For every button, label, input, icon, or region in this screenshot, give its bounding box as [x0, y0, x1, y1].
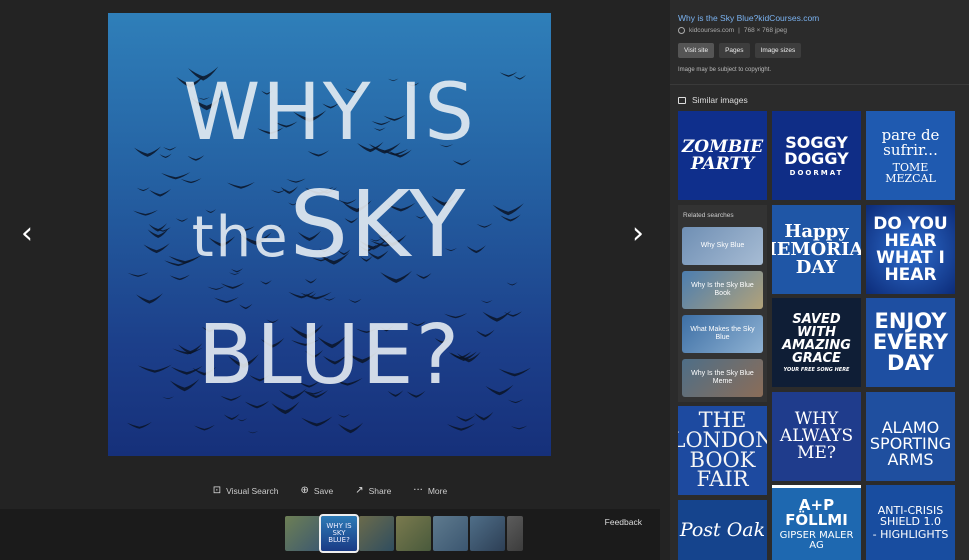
tile-text: WHY ALWAYS ME?: [779, 409, 854, 463]
main-image-line3: BLUE?: [197, 308, 462, 403]
visual-search-icon: ⊡: [212, 485, 222, 496]
related-search-item[interactable]: Why Is the Sky Blue Book: [682, 271, 763, 309]
image-title-link[interactable]: Why is the Sky Blue?kidCourses.com: [678, 13, 819, 23]
image-meta: kidcourses.com | 768 × 768 jpeg: [678, 27, 787, 34]
tile-text: Post Oak: [679, 518, 766, 541]
divider: [670, 84, 969, 85]
more-label: More: [427, 485, 448, 496]
image-icon: [678, 96, 686, 104]
save-label: Save: [313, 485, 334, 496]
image-actions-bar: ⊡ Visual Search ⊕ Save ↗ Share ··· More: [0, 485, 660, 496]
filmstrip-thumb[interactable]: [396, 516, 431, 551]
image-viewer: WHY IS theSKY BLUE? ‹ › ⊡ Visual Search …: [0, 0, 660, 560]
more-icon: ···: [413, 485, 423, 496]
tile-subtext: GIPSER MALER AG: [779, 529, 854, 551]
tile-text: ALAMO SPORTING ARMS: [869, 417, 952, 469]
related-search-item[interactable]: What Makes the Sky Blue: [682, 315, 763, 353]
image-size-info: 768 × 768 jpeg: [743, 27, 788, 34]
related-searches: Related searches Why Sky Blue Why Is the…: [678, 205, 767, 402]
similar-image-tile[interactable]: Happy MEMORIAL DAY: [772, 205, 861, 294]
related-search-item[interactable]: Why Sky Blue: [682, 227, 763, 265]
similar-images-header: Similar images: [678, 95, 748, 105]
tile-text: pare de sufrir...: [881, 125, 940, 159]
share-button[interactable]: ↗ Share: [355, 485, 391, 496]
similar-image-tile[interactable]: pare de sufrir... TOME MEZCAL: [866, 111, 955, 200]
share-icon: ↗: [355, 485, 364, 496]
filmstrip: WHY IS SKY BLUE? Feedback: [0, 509, 660, 560]
save-button[interactable]: ⊕ Save: [300, 485, 333, 496]
filmstrip-thumb[interactable]: [433, 516, 468, 551]
filmstrip-thumb[interactable]: [507, 516, 523, 551]
tile-text: A+P FÖLLMI: [785, 495, 848, 529]
tile-text: SOGGY DOGGY: [784, 132, 849, 168]
similar-image-tile[interactable]: A+P FÖLLMI GIPSER MALER AG: [772, 485, 861, 560]
tile-text: ANTI-CRISIS SHIELD 1.0: [877, 504, 944, 528]
filmstrip-thumb[interactable]: [359, 516, 394, 551]
active-thumb-line3: BLUE?: [328, 536, 350, 544]
similar-image-tile[interactable]: ZOMBIE PARTY: [678, 111, 767, 200]
similar-image-tile[interactable]: ALAMO SPORTING ARMS: [866, 392, 955, 481]
main-image-sky: SKY: [289, 171, 468, 278]
similar-images-title: Similar images: [692, 95, 748, 105]
previous-image-icon[interactable]: ‹: [13, 219, 41, 249]
details-panel: Why is the Sky Blue?kidCourses.com kidco…: [670, 0, 969, 560]
filmstrip-thumb[interactable]: [470, 516, 505, 551]
similar-image-tile[interactable]: WHY ALWAYS ME?: [772, 392, 861, 481]
tile-subtext: - HIGHLIGHTS: [872, 528, 949, 541]
similar-image-tile[interactable]: Post Oak: [678, 500, 767, 560]
filmstrip-thumb-active[interactable]: WHY IS SKY BLUE?: [319, 514, 359, 553]
similar-image-tile[interactable]: SAVED WITH AMAZING GRACE YOUR FREE SONG …: [772, 298, 861, 387]
tile-text: ZOMBIE PARTY: [681, 136, 764, 174]
similar-image-tile[interactable]: THE LONDON BOOK FAIR: [678, 406, 767, 495]
pages-button[interactable]: Pages: [719, 43, 750, 58]
tile-subtext: DOORMAT: [789, 168, 844, 177]
tile-text: THE LONDON BOOK FAIR: [678, 407, 767, 492]
tile-text: DO YOU HEAR WHAT I HEAR: [873, 213, 948, 285]
tile-subtext: YOUR FREE SONG HERE: [783, 366, 850, 373]
tile-text: ENJOY EVERY DAY: [872, 309, 949, 375]
more-button[interactable]: ··· More: [413, 485, 447, 496]
image-sizes-button[interactable]: Image sizes: [754, 43, 802, 58]
main-image-the: the: [191, 205, 290, 270]
share-label: Share: [368, 485, 392, 496]
globe-icon: [678, 27, 685, 34]
visual-search-label: Visual Search: [226, 485, 279, 496]
tile-subtext: TOME MEZCAL: [885, 160, 936, 185]
source-domain[interactable]: kidcourses.com: [689, 27, 734, 34]
similar-image-tile[interactable]: SOGGY DOGGY DOORMAT: [772, 111, 861, 200]
similar-image-tile[interactable]: ANTI-CRISIS SHIELD 1.0 - HIGHLIGHTS: [866, 485, 955, 560]
save-icon: ⊕: [300, 485, 309, 496]
main-image-line1: WHY IS: [183, 68, 476, 158]
related-search-item[interactable]: Why Is the Sky Blue Meme: [682, 359, 763, 397]
meta-separator: |: [738, 27, 740, 34]
filmstrip-thumb[interactable]: [285, 516, 320, 551]
similar-image-tile[interactable]: ENJOY EVERY DAY: [866, 298, 955, 387]
tile-text: SAVED WITH AMAZING GRACE: [782, 311, 851, 366]
tile-text: Happy MEMORIAL DAY: [772, 220, 861, 278]
related-searches-title: Related searches: [683, 212, 734, 219]
visit-site-button[interactable]: Visit site: [678, 43, 715, 58]
similar-image-tile[interactable]: DO YOU HEAR WHAT I HEAR: [866, 205, 955, 294]
copyright-notice: Image may be subject to copyright.: [678, 67, 772, 73]
next-image-icon[interactable]: ›: [624, 219, 652, 249]
feedback-link[interactable]: Feedback: [605, 517, 642, 527]
main-image-line2: theSKY: [108, 175, 551, 288]
main-image[interactable]: WHY IS theSKY BLUE?: [108, 13, 551, 456]
detail-buttons: Visit site Pages Image sizes: [678, 43, 802, 58]
visual-search-button[interactable]: ⊡ Visual Search: [213, 485, 279, 496]
